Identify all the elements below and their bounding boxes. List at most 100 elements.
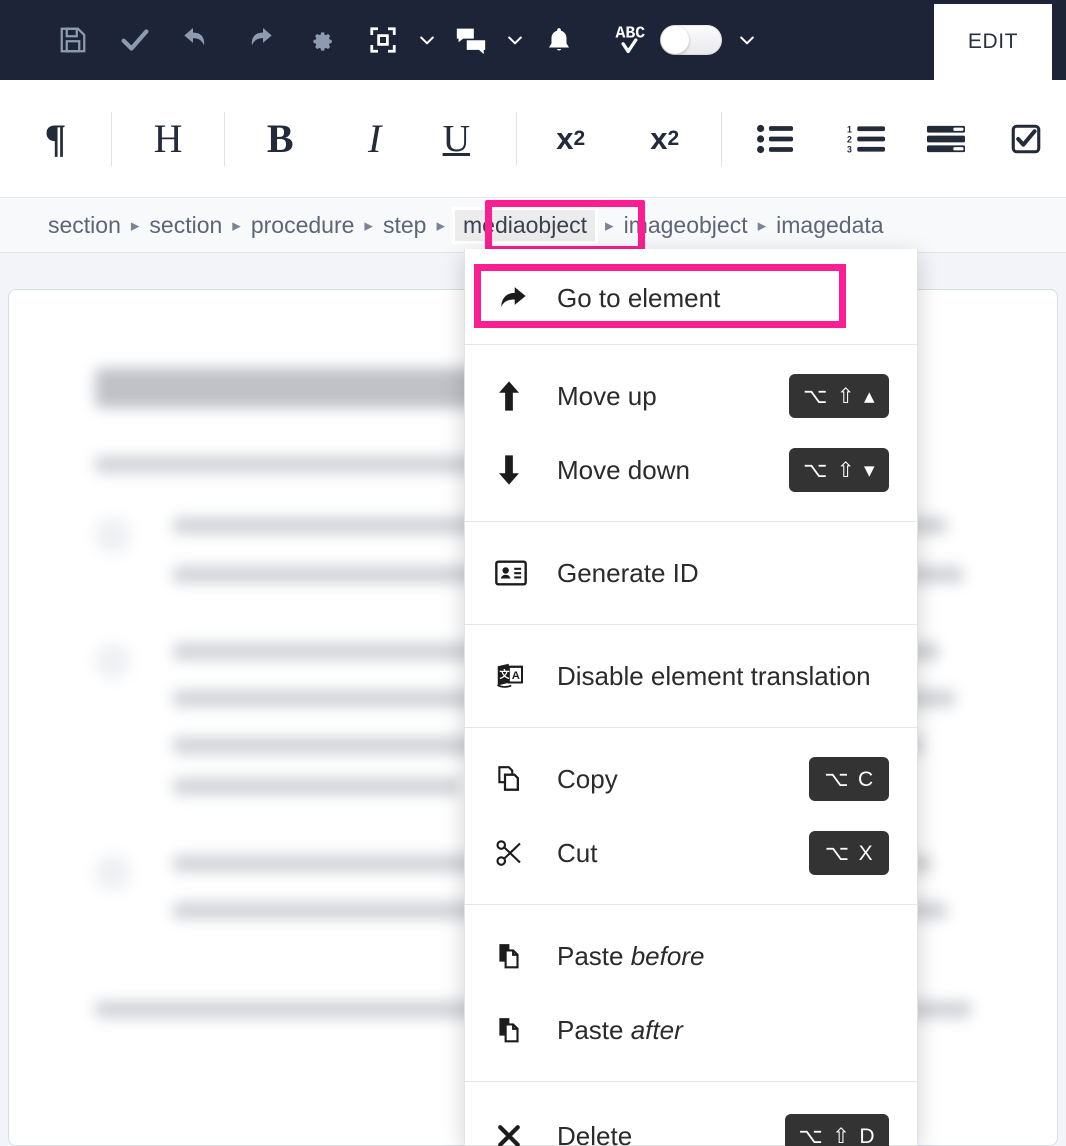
scissors-icon [495,838,557,868]
bell-icon[interactable] [528,0,590,80]
menu-item-generate-id[interactable]: Generate ID [465,536,917,610]
redo-icon[interactable] [228,0,290,80]
breadcrumb-separator-icon: ▸ [130,215,140,235]
task-list-icon[interactable] [986,80,1066,198]
option-key-icon: ⌥ [798,1124,824,1146]
menu-item-label: Disable element translation [557,660,871,691]
shift-key-icon: ⇧ [836,384,855,408]
svg-text:1: 1 [847,124,852,134]
breadcrumb-separator-icon: ▸ [757,215,767,235]
shift-key-icon: ⇧ [832,1124,851,1146]
spellcheck-chevron-down-icon[interactable] [734,0,760,80]
menu-item-move-down[interactable]: Move down ⌥ ⇧ ▾ [465,433,917,507]
list-bullet-placeholder [95,855,131,891]
shortcut-badge: ⌥ ⇧ D [784,1114,889,1146]
spellcheck-toggle[interactable] [660,25,722,55]
copy-icon [495,764,557,794]
fullscreen-group [352,0,440,80]
arrow-forward-icon [495,283,557,313]
italic-icon[interactable]: I [335,80,414,198]
breadcrumb: section ▸ section ▸ procedure ▸ step ▸ m… [0,199,1066,253]
option-key-icon: ⌥ [824,841,850,865]
arrow-up-icon [495,380,557,412]
bold-icon[interactable]: B [225,80,335,198]
menu-item-paste-before[interactable]: Paste before [465,919,917,993]
menu-item-label: Paste after [557,1014,683,1045]
superscript-icon[interactable]: x2 [517,80,624,198]
menu-section-paste: Paste before Paste after [465,905,917,1082]
fullscreen-icon[interactable] [352,0,414,80]
comment-icon[interactable] [440,0,502,80]
menu-section-navigate: Go to element [465,264,917,345]
menu-item-delete[interactable]: Delete ⌥ ⇧ D [465,1096,917,1146]
svg-text:A: A [512,670,520,682]
numbered-list-icon[interactable]: 1 2 3 [827,80,905,198]
option-key-icon: ⌥ [803,384,828,408]
menu-section-id: Generate ID [465,522,917,625]
menu-item-copy[interactable]: Copy ⌥ C [465,742,917,816]
breadcrumb-separator-icon: ▸ [364,215,373,235]
menu-item-label: Move down [557,454,690,485]
shift-key-icon: ⇧ [836,458,855,482]
paragraph-icon[interactable]: ¶ [0,80,111,198]
list-bullet-placeholder [95,517,131,553]
format-toolbar: ¶ H B I U x2 x2 1 2 3 [0,80,1066,198]
breadcrumb-item-section-2[interactable]: section [149,212,222,239]
menu-item-label: Move up [557,380,657,411]
arrow-down-icon [495,454,557,486]
shortcut-badge: ⌥ ⇧ ▾ [789,448,889,492]
tab-edit[interactable]: EDIT [934,4,1052,80]
undo-icon[interactable] [166,0,228,80]
menu-item-cut[interactable]: Cut ⌥ X [465,816,917,890]
translate-icon: A 文 [495,661,557,691]
menu-item-move-up[interactable]: Move up ⌥ ⇧ ▴ [465,359,917,433]
menu-item-label: Generate ID [557,557,699,588]
breadcrumb-separator-icon: ▸ [436,215,445,235]
comment-group [440,0,528,80]
svg-text:文: 文 [500,668,511,681]
menu-item-label: Copy [557,763,618,794]
menu-item-label: Go to element [557,282,721,313]
arrow-down-key-icon: ▾ [863,458,875,482]
breadcrumb-separator-icon: ▸ [232,215,241,235]
main-toolbar: ABC EDIT [0,0,1066,80]
breadcrumb-item-imageobject[interactable]: imageobject [624,212,748,239]
paste-icon [495,1015,557,1045]
toggle-knob [661,26,689,54]
element-context-menu: Go to element Move up ⌥ ⇧ ▴ Move down ⌥ … [464,249,918,1146]
menu-section-delete: Delete ⌥ ⇧ D [465,1082,917,1146]
menu-item-label: Delete [557,1120,633,1146]
paste-icon [495,941,557,971]
shortcut-badge: ⌥ X [809,831,889,875]
comment-chevron-down-icon[interactable] [502,0,528,80]
c-key-label: C [858,767,874,791]
menu-item-label: Cut [557,837,598,868]
svg-text:ABC: ABC [616,23,646,42]
bulleted-list-icon[interactable] [722,80,827,198]
underline-icon[interactable]: U [414,80,498,198]
save-icon[interactable] [42,0,104,80]
breadcrumb-item-procedure[interactable]: procedure [251,212,355,239]
check-icon[interactable] [104,0,166,80]
menu-section-move: Move up ⌥ ⇧ ▴ Move down ⌥ ⇧ ▾ [465,345,917,522]
menu-section-translation: A 文 Disable element translation [465,625,917,728]
option-key-icon: ⌥ [824,767,850,791]
variable-list-icon[interactable] [906,80,986,198]
menu-item-disable-element-translation[interactable]: A 文 Disable element translation [465,639,917,713]
breadcrumb-item-imagedata[interactable]: imagedata [776,212,883,239]
breadcrumb-item-step[interactable]: step [383,212,426,239]
spellcheck-icon[interactable]: ABC [608,0,656,80]
breadcrumb-item-mediaobject[interactable]: mediaobject [451,207,599,244]
shortcut-badge: ⌥ C [809,757,889,801]
menu-item-go-to-element[interactable]: Go to element [475,264,907,332]
spellcheck-group: ABC [608,0,760,80]
svg-text:3: 3 [847,144,852,153]
fullscreen-chevron-down-icon[interactable] [414,0,440,80]
subscript-icon[interactable]: x2 [624,80,705,198]
toolbar-actions: ABC [0,0,936,80]
heading-icon[interactable]: H [112,80,225,198]
gear-icon[interactable] [290,0,352,80]
breadcrumb-item-section-1[interactable]: section [48,212,121,239]
menu-section-clipboard: Copy ⌥ C Cut ⌥ X [465,728,917,905]
menu-item-paste-after[interactable]: Paste after [465,993,917,1067]
